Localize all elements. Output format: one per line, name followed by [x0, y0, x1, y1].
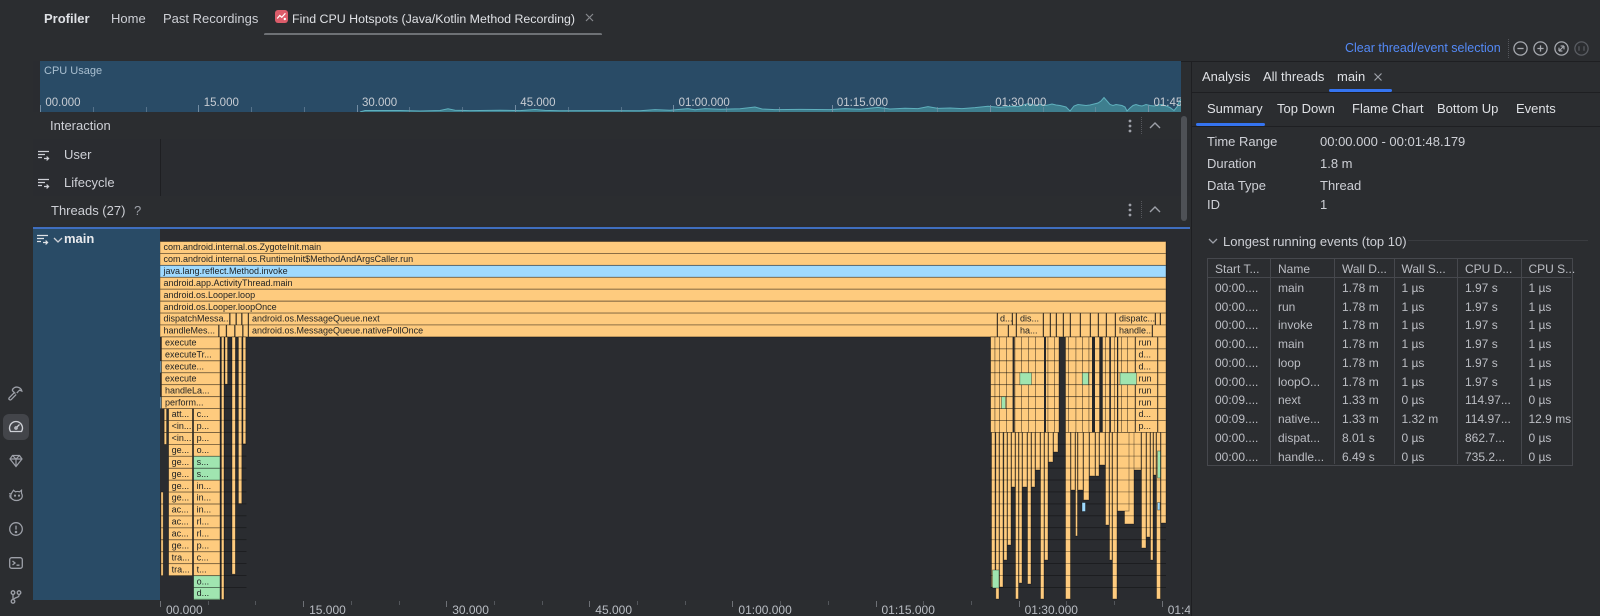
svg-text:run: run [1139, 397, 1152, 407]
svg-text:<in...: <in... [172, 421, 192, 431]
svg-text:executeTr...: executeTr... [165, 350, 212, 360]
svg-text:com.android.internal.os.Runtim: com.android.internal.os.RuntimeInit$Meth… [164, 254, 414, 264]
svg-text:android.os.MessageQueue.next: android.os.MessageQueue.next [252, 314, 380, 324]
svg-text:rl...: rl... [197, 529, 210, 539]
svg-text:dispatc...: dispatc... [1119, 314, 1155, 324]
svg-text:d...: d... [1139, 362, 1152, 372]
svg-text:d...: d... [1000, 314, 1013, 324]
svg-text:c...: c... [197, 552, 209, 562]
svg-text:java.lang.reflect.Method.invok: java.lang.reflect.Method.invoke [163, 266, 288, 276]
svg-text:ac...: ac... [172, 505, 189, 515]
svg-text:run: run [1139, 385, 1152, 395]
svg-text:ge...: ge... [172, 481, 190, 491]
svg-text:ge...: ge... [172, 457, 190, 467]
svg-text:t...: t... [197, 564, 207, 574]
svg-text:ge...: ge... [172, 445, 190, 455]
svg-text:execute: execute [165, 338, 197, 348]
svg-text:p...: p... [197, 433, 210, 443]
svg-text:p...: p... [197, 541, 210, 551]
svg-text:in...: in... [197, 481, 212, 491]
svg-text:o...: o... [197, 445, 210, 455]
svg-text:c...: c... [197, 409, 209, 419]
svg-text:d...: d... [1139, 350, 1152, 360]
svg-text:in...: in... [197, 505, 212, 515]
svg-text:d...: d... [1139, 409, 1152, 419]
svg-text:rl...: rl... [197, 517, 210, 527]
svg-text:com.android.internal.os.Zygote: com.android.internal.os.ZygoteInit.main [164, 242, 322, 252]
svg-text:perform...: perform... [165, 397, 204, 407]
svg-text:handleLa...: handleLa... [165, 385, 210, 395]
svg-text:execute: execute [165, 373, 197, 383]
svg-text:s...: s... [197, 457, 209, 467]
svg-text:execute...: execute... [165, 362, 204, 372]
svg-text:ge...: ge... [172, 493, 190, 503]
svg-text:o...: o... [197, 576, 210, 586]
svg-text:att...: att... [172, 409, 190, 419]
svg-text:ac...: ac... [172, 529, 189, 539]
svg-text:in...: in... [197, 493, 212, 503]
svg-text:dispatchMessa...: dispatchMessa... [164, 314, 232, 324]
svg-text:d...: d... [197, 588, 210, 598]
svg-text:<in...: <in... [172, 433, 192, 443]
svg-text:handle...: handle... [1119, 326, 1154, 336]
svg-text:android.os.MessageQueue.native: android.os.MessageQueue.nativePollOnce [252, 326, 423, 336]
svg-text:ge...: ge... [172, 469, 190, 479]
svg-text:android.os.Looper.loop: android.os.Looper.loop [164, 290, 256, 300]
svg-text:dis...: dis... [1020, 314, 1039, 324]
svg-text:run: run [1139, 373, 1152, 383]
svg-text:tra...: tra... [172, 552, 190, 562]
svg-text:android.os.Looper.loopOnce: android.os.Looper.loopOnce [164, 302, 277, 312]
svg-text:android.app.ActivityThread.mai: android.app.ActivityThread.main [164, 278, 293, 288]
svg-text:ge...: ge... [172, 541, 190, 551]
svg-text:tra...: tra... [172, 564, 190, 574]
svg-text:p...: p... [1139, 421, 1152, 431]
svg-text:s...: s... [197, 469, 209, 479]
svg-text:handleMes...: handleMes... [164, 326, 216, 336]
svg-text:ha...: ha... [1020, 326, 1038, 336]
svg-text:ac...: ac... [172, 517, 189, 527]
svg-text:p...: p... [197, 421, 210, 431]
svg-text:run: run [1139, 338, 1152, 348]
